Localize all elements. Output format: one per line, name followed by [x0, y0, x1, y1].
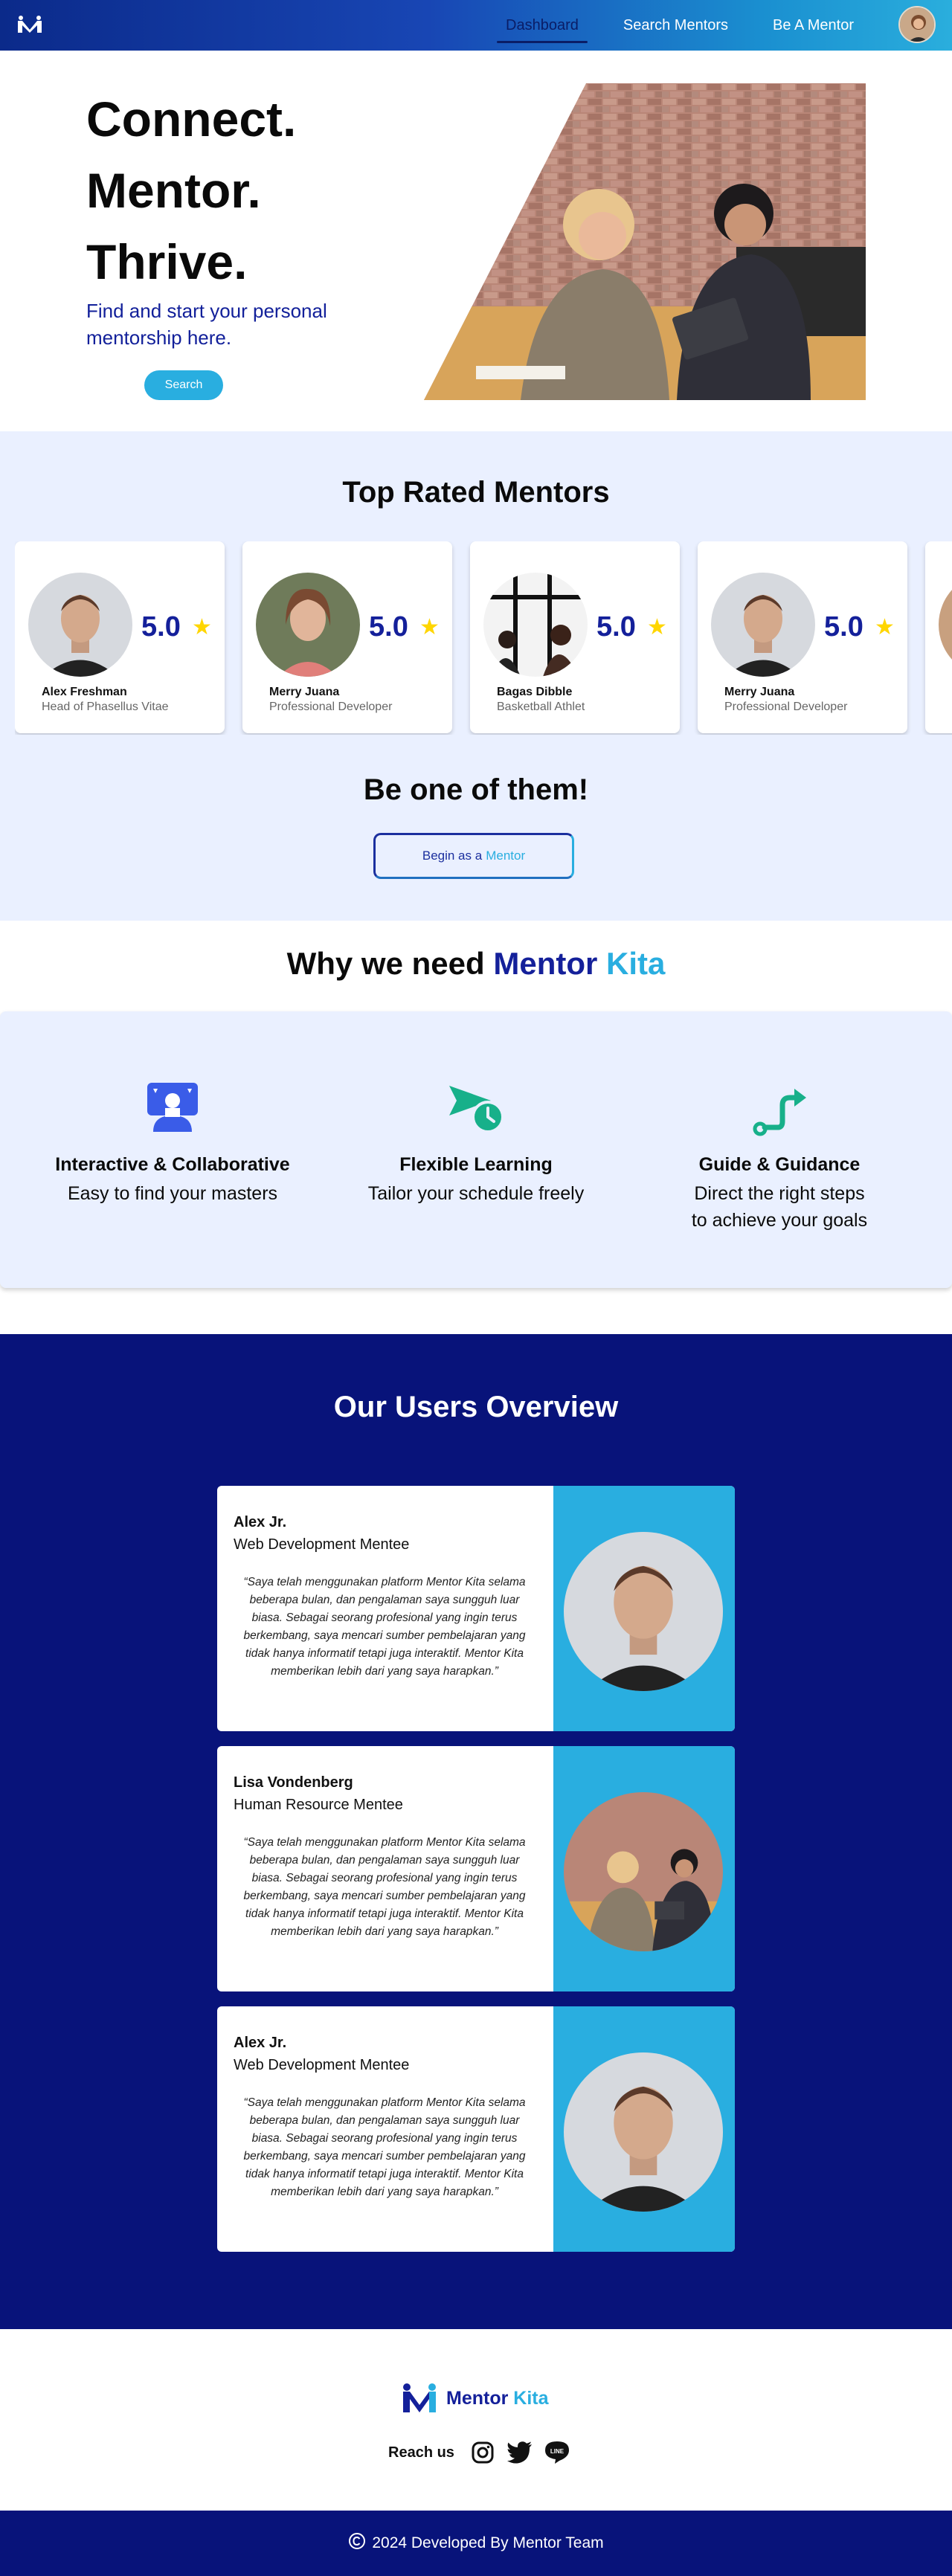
nav-links: Dashboard Search Mentors Be A Mentor	[497, 0, 863, 51]
mentor-card[interactable]: 5.0 ★ Merry Juana Professional Developer	[698, 541, 907, 733]
reach-us: Reach us LINE	[388, 2439, 570, 2466]
mentor-kita-logo-icon[interactable]	[16, 15, 43, 34]
mentor-avatar	[711, 573, 815, 677]
mentor-rating: 5.0	[824, 611, 863, 643]
top-rated-title: Top Rated Mentors	[342, 476, 610, 509]
footer-brand-a: Mentor	[446, 2387, 509, 2409]
review-role: Human Resource Mentee	[234, 1797, 403, 1813]
why-title-a: Why we need	[286, 946, 485, 981]
mentor-kita-logo-icon	[403, 2383, 436, 2412]
review-quote: “Saya telah menggunakan platform Mentor …	[243, 1576, 526, 1678]
mentor-avatar	[483, 573, 588, 677]
be-one-title: Be one of them!	[363, 773, 589, 806]
overview-title: Our Users Overview	[333, 1391, 619, 1423]
hero-meeting-photo	[424, 83, 866, 400]
mentor-name: Alex Freshman	[42, 686, 127, 698]
begin-as-mentor-button[interactable]: Begin as a Mentor	[373, 833, 574, 879]
feature-title: Interactive & Collaborative	[55, 1154, 290, 1175]
star-icon: ★	[192, 614, 212, 640]
hero-title: Connect. Mentor. Thrive.	[86, 83, 296, 297]
twitter-icon[interactable]	[506, 2439, 533, 2466]
footer-brand-b: Kita	[513, 2387, 549, 2409]
feature-title: Flexible Learning	[399, 1154, 553, 1175]
user-avatar[interactable]	[898, 6, 936, 43]
why-title: Why we need Mentor Kita	[0, 946, 952, 982]
line-icon-text: LINE	[550, 2448, 565, 2455]
review-card: Lisa Vondenberg Human Resource Mentee “S…	[217, 1746, 735, 1991]
mentor-role: Professional Developer	[724, 701, 848, 713]
nav-be-a-mentor[interactable]: Be A Mentor	[764, 13, 863, 39]
mentor-rating: 5.0	[141, 611, 181, 643]
mentor-name: Merry Juana	[724, 686, 795, 698]
star-icon: ★	[647, 614, 667, 640]
feature-desc: Direct the right steps to achieve your g…	[691, 1183, 868, 1231]
mentor-card[interactable]: 5.0 ★ Alex Freshman Head of Phasellus Vi…	[15, 541, 225, 733]
mentor-card[interactable]: 5.0 ★ Bagas Dibble Basketball Athlet	[470, 541, 680, 733]
feature-desc: Tailor your schedule freely	[367, 1183, 585, 1204]
mentor-role: Professional Developer	[269, 701, 393, 713]
review-role: Web Development Mentee	[234, 2057, 410, 2073]
feature-interactive: Interactive & Collaborative Easy to find…	[24, 1078, 321, 1207]
review-photo-panel	[553, 2006, 735, 2252]
route-arrow-icon	[753, 1089, 806, 1136]
mentor-avatar	[28, 573, 132, 677]
why-panel: Interactive & Collaborative Easy to find…	[0, 1011, 952, 1288]
review-name: Alex Jr.	[234, 2035, 287, 2051]
top-navbar: Dashboard Search Mentors Be A Mentor	[0, 0, 952, 51]
hero-title-line-3: Thrive.	[86, 234, 248, 289]
footer-logo[interactable]: Mentor Kita	[402, 2383, 549, 2414]
review-quote: “Saya telah menggunakan platform Mentor …	[243, 1836, 526, 1938]
begin-label: Begin as a	[422, 849, 483, 863]
mentor-rating: 5.0	[369, 611, 408, 643]
mentor-name: Merry Juana	[269, 686, 340, 698]
mentor-card-partial[interactable]	[925, 541, 952, 733]
paper-plane-clock-icon	[449, 1086, 504, 1133]
review-avatar	[564, 1792, 723, 1951]
review-photo-panel	[553, 1486, 735, 1731]
mentor-card[interactable]: 5.0 ★ Merry Juana Professional Developer	[242, 541, 452, 733]
instagram-icon[interactable]	[469, 2439, 496, 2466]
users-overview-section: Our Users Overview Alex Jr. Web Developm…	[0, 1334, 952, 2329]
review-name: Lisa Vondenberg	[234, 1774, 353, 1791]
mentor-name: Bagas Dibble	[497, 686, 573, 698]
review-name: Alex Jr.	[234, 1514, 287, 1530]
mentor-avatar	[939, 573, 952, 677]
why-title-b: Mentor	[493, 946, 598, 981]
line-icon[interactable]: LINE	[544, 2439, 570, 2466]
begin-mentor-label: Mentor	[486, 849, 526, 863]
feature-guide: Guide & Guidance Direct the right steps …	[631, 1078, 928, 1234]
feature-desc: Easy to find your masters	[67, 1183, 278, 1204]
hero-subtitle: Find and start your personal mentorship …	[86, 300, 327, 349]
feature-flexible: Flexible Learning Tailor your schedule f…	[327, 1078, 625, 1207]
review-card: Alex Jr. Web Development Mentee “Saya te…	[217, 1486, 735, 1731]
why-title-c: Kita	[606, 946, 666, 981]
review-avatar	[564, 1532, 723, 1691]
nav-dashboard[interactable]: Dashboard	[497, 13, 588, 43]
star-icon: ★	[419, 614, 440, 640]
review-card: Alex Jr. Web Development Mentee “Saya te…	[217, 2006, 735, 2252]
star-icon: ★	[875, 614, 895, 640]
hero-title-line-1: Connect.	[86, 91, 297, 146]
copyright-icon	[348, 2532, 366, 2554]
review-photo-panel	[553, 1746, 735, 1991]
nav-search-mentors[interactable]: Search Mentors	[614, 13, 737, 39]
copyright-text: 2024 Developed By Mentor Team	[372, 2534, 604, 2551]
reach-label: Reach us	[388, 2444, 454, 2461]
mentor-carousel[interactable]: 5.0 ★ Alex Freshman Head of Phasellus Vi…	[15, 541, 952, 735]
review-avatar	[564, 2052, 723, 2212]
hero-search-button[interactable]: Search	[144, 370, 223, 400]
feature-title: Guide & Guidance	[698, 1154, 861, 1175]
mentor-avatar	[256, 573, 360, 677]
mentor-role: Head of Phasellus Vitae	[42, 701, 169, 713]
footer-brand: Mentor Kita	[446, 2388, 549, 2409]
mentor-role: Basketball Athlet	[497, 701, 585, 713]
review-quote: “Saya telah menggunakan platform Mentor …	[243, 2096, 526, 2198]
copyright-bar: 2024 Developed By Mentor Team	[0, 2511, 952, 2576]
mentor-rating: 5.0	[596, 611, 636, 643]
top-rated-section: Top Rated Mentors 5.0 ★ Alex Freshman He…	[0, 431, 952, 921]
hero-title-line-2: Mentor.	[86, 163, 261, 218]
review-role: Web Development Mentee	[234, 1536, 410, 1553]
presentation-icon	[147, 1083, 198, 1132]
